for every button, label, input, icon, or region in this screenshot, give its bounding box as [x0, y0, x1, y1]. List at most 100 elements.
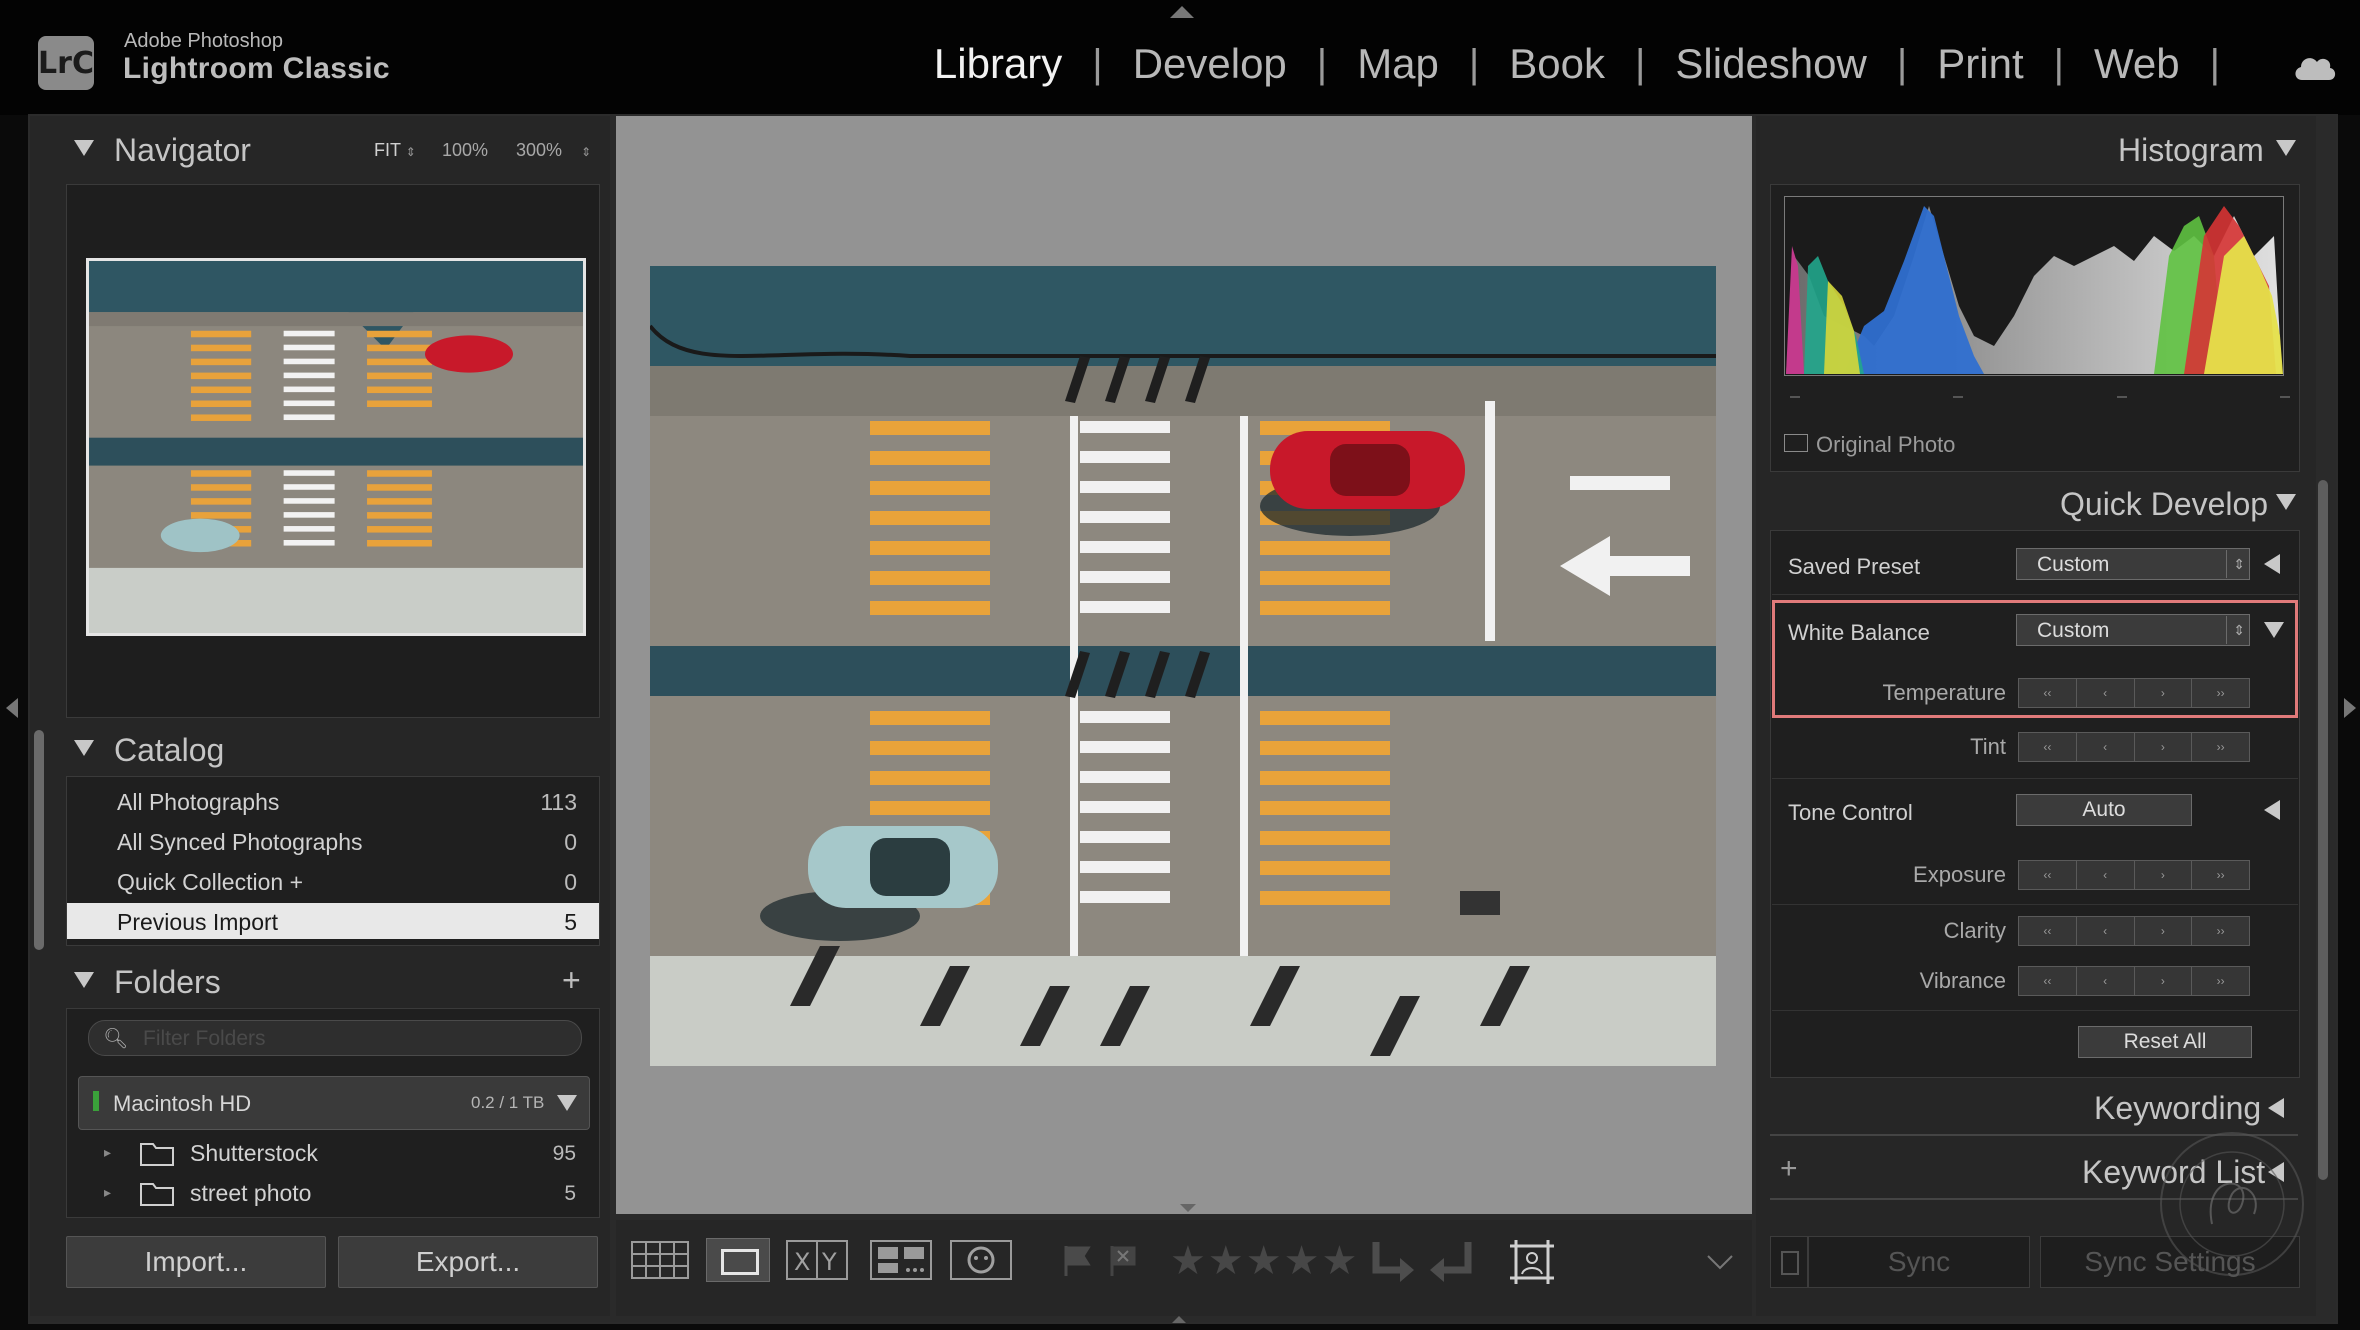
left-panel-scrollbar[interactable] — [34, 730, 44, 950]
brand-subtitle: Adobe Photoshop — [124, 30, 284, 52]
filter-folders-placeholder: Filter Folders — [143, 1027, 266, 1050]
vibrance-stepper[interactable]: ‹‹ ‹ › ›› — [2018, 966, 2250, 996]
original-photo-checkbox[interactable] — [1784, 434, 1808, 452]
flag-pick-icon[interactable] — [1062, 1244, 1092, 1283]
search-icon: 🔍︎ — [103, 1028, 129, 1050]
folder-label: street photo — [190, 1180, 312, 1206]
saved-preset-dropdown[interactable]: Custom ⇕ — [2016, 548, 2250, 580]
add-keyword-icon[interactable]: + — [1780, 1152, 1798, 1186]
module-web[interactable]: Web — [2094, 40, 2180, 88]
catalog-list: All Photographs 113 All Synced Photograph… — [66, 776, 600, 946]
tone-control-label: Tone Control — [1788, 800, 1913, 825]
right-panel-scrollbar[interactable] — [2318, 480, 2328, 1180]
filmstrip-toggle-icon[interactable] — [1180, 1204, 1196, 1212]
zoom-100[interactable]: 100% — [442, 140, 488, 161]
bottom-panel-toggle-icon[interactable] — [1172, 1316, 1192, 1326]
navigator-collapse-icon[interactable] — [74, 140, 94, 161]
temperature-stepper[interactable]: ‹‹ ‹ › ›› — [2018, 678, 2250, 708]
volume-collapse-icon[interactable] — [557, 1095, 577, 1116]
module-map[interactable]: Map — [1357, 40, 1439, 88]
sync-button[interactable]: Sync — [1808, 1236, 2030, 1288]
compare-view-icon[interactable]: XY — [786, 1240, 848, 1285]
loupe-view-icon[interactable] — [706, 1238, 770, 1282]
tone-control-expand-icon[interactable] — [2264, 800, 2280, 825]
white-balance-dropdown[interactable]: Custom ⇕ — [2016, 614, 2250, 646]
brand-title: Lightroom Classic — [123, 52, 390, 85]
keywording-title: Keywording — [2094, 1090, 2262, 1126]
folder-item-street-photo[interactable]: ▸ street photo 5 — [66, 1174, 598, 1212]
auto-tone-button[interactable]: Auto — [2016, 794, 2192, 826]
volume-status-indicator — [93, 1091, 99, 1111]
zoom-fit[interactable]: FIT ⇕ — [374, 140, 416, 161]
divider — [1772, 594, 2298, 595]
clarity-stepper[interactable]: ‹‹ ‹ › ›› — [2018, 916, 2250, 946]
module-library[interactable]: Library — [934, 40, 1062, 88]
zoom-300[interactable]: 300% ⇕ — [516, 140, 591, 161]
catalog-item-all-synced[interactable]: All Synced Photographs 0 — [67, 821, 599, 861]
catalog-item-all-photographs[interactable]: All Photographs 113 — [67, 781, 599, 821]
star-rating[interactable]: ★★★★★ — [1170, 1238, 1359, 1284]
collapse-left-panel-icon[interactable] — [6, 698, 18, 718]
svg-text:Y: Y — [821, 1248, 837, 1276]
module-book[interactable]: Book — [1509, 40, 1605, 88]
white-balance-collapse-icon[interactable] — [2264, 622, 2284, 643]
export-button[interactable]: Export... — [338, 1236, 598, 1288]
divider — [1772, 778, 2298, 779]
expand-folder-icon[interactable]: ▸ — [104, 1184, 111, 1201]
histogram-collapse-icon[interactable] — [2276, 140, 2296, 161]
collapse-right-panel-icon[interactable] — [2344, 698, 2356, 718]
people-view-icon[interactable] — [950, 1240, 1012, 1285]
folder-icon — [140, 1180, 174, 1211]
folders-collapse-icon[interactable] — [74, 972, 94, 993]
cloud-icon[interactable] — [2292, 52, 2338, 87]
grid-view-icon[interactable] — [630, 1240, 690, 1285]
tint-label: Tint — [1970, 734, 2006, 759]
catalog-item-quick-collection[interactable]: Quick Collection +0 — [67, 861, 599, 901]
volume-usage: 0.2 / 1 TB — [471, 1093, 545, 1112]
auto-sync-toggle[interactable] — [1770, 1236, 1808, 1288]
rotate-right-icon[interactable] — [1368, 1240, 1416, 1289]
add-folder-icon[interactable]: + — [562, 962, 581, 999]
folder-icon — [140, 1140, 174, 1171]
folder-count: 5 — [564, 1182, 576, 1205]
exposure-stepper[interactable]: ‹‹ ‹ › ›› — [2018, 860, 2250, 890]
keywording-expand-icon[interactable] — [2268, 1098, 2284, 1123]
module-print[interactable]: Print — [1937, 40, 2023, 88]
watermark-seal — [2160, 1132, 2304, 1276]
quick-develop-collapse-icon[interactable] — [2276, 494, 2296, 515]
rotate-left-icon[interactable] — [1428, 1240, 1476, 1289]
collapse-top-panel-icon[interactable] — [1170, 6, 1194, 18]
tint-stepper[interactable]: ‹‹ ‹ › ›› — [2018, 732, 2250, 762]
catalog-collapse-icon[interactable] — [74, 740, 94, 761]
import-button[interactable]: Import... — [66, 1236, 326, 1288]
survey-view-icon[interactable] — [870, 1240, 932, 1285]
filter-folders-input[interactable]: 🔍︎ Filter Folders — [88, 1020, 582, 1056]
expand-folder-icon[interactable]: ▸ — [104, 1144, 111, 1161]
saved-preset-expand-icon[interactable] — [2264, 554, 2280, 579]
module-develop[interactable]: Develop — [1133, 40, 1287, 88]
saved-preset-value: Custom — [2037, 553, 2110, 576]
divider — [1772, 1010, 2298, 1011]
svg-text:X: X — [794, 1248, 810, 1276]
dropdown-arrows-icon: ⇕ — [2226, 616, 2245, 644]
histogram-graph[interactable] — [1783, 195, 2285, 377]
white-balance-label: White Balance — [1788, 620, 1930, 645]
dropdown-arrows-icon: ⇕ — [2226, 550, 2245, 578]
divider — [1772, 904, 2298, 905]
navigator-thumbnail[interactable] — [86, 258, 586, 636]
original-photo-label: Original Photo — [1816, 432, 1956, 457]
white-balance-value: Custom — [2037, 619, 2110, 642]
volume-macintosh-hd[interactable]: Macintosh HD 0.2 / 1 TB — [78, 1076, 590, 1130]
histogram-ticks — [1790, 396, 2290, 400]
main-photo[interactable] — [648, 266, 1716, 1066]
catalog-item-previous-import[interactable]: Previous Import 5 — [67, 903, 599, 939]
flag-reject-icon[interactable] — [1108, 1244, 1138, 1283]
clarity-label: Clarity — [1943, 918, 2006, 943]
toolbar-menu-icon[interactable] — [1706, 1254, 1734, 1275]
crop-overlay-icon[interactable] — [1508, 1238, 1556, 1291]
folder-label: Shutterstock — [190, 1140, 318, 1166]
reset-all-button[interactable]: Reset All — [2078, 1026, 2252, 1058]
vibrance-label: Vibrance — [1919, 968, 2006, 993]
module-slideshow[interactable]: Slideshow — [1675, 40, 1866, 88]
folder-item-shutterstock[interactable]: ▸ Shutterstock 95 — [66, 1134, 598, 1172]
